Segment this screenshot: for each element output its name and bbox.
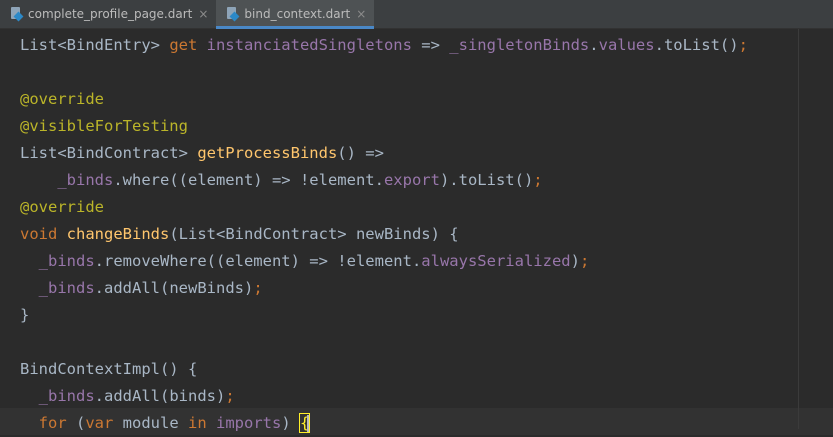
code-token: export <box>383 171 440 189</box>
code-token: List<BindEntry> <box>20 36 170 54</box>
code-line: } <box>20 302 29 329</box>
tab-label: complete_profile_page.dart <box>28 7 193 21</box>
code-token: @override <box>20 198 104 216</box>
code-line: List<BindEntry> get instanciatedSingleto… <box>20 32 748 59</box>
code-token: in <box>188 414 216 432</box>
code-token: } <box>20 306 30 324</box>
code-token: List<BindContract> <box>20 144 198 162</box>
code-line: for (var module in imports) { <box>20 410 311 437</box>
code-token: () => <box>337 144 384 162</box>
code-line: BindContextImpl() { <box>20 356 197 383</box>
code-token: imports <box>216 414 282 432</box>
code-token: .removeWhere((element) => !element. <box>94 252 422 270</box>
code-token: module <box>122 414 188 432</box>
dart-file-icon <box>10 7 22 21</box>
code-token: BindContextImpl() { <box>20 360 198 378</box>
code-token: ) <box>570 252 580 270</box>
close-icon[interactable]: × <box>356 7 366 21</box>
code-token: for <box>38 414 76 432</box>
code-token: .toList() <box>654 36 739 54</box>
code-token: get <box>169 36 207 54</box>
code-token: ; <box>579 252 590 270</box>
code-token: void <box>20 225 67 243</box>
code-line: _binds.addAll(binds); <box>20 383 235 410</box>
code-token: _binds <box>38 387 95 405</box>
code-line: _binds.removeWhere((element) => !element… <box>20 248 590 275</box>
code-token: _binds <box>38 252 95 270</box>
code-line: _binds.where((element) => !element.expor… <box>20 167 543 194</box>
code-token: changeBinds <box>66 225 170 243</box>
code-token: @override <box>20 90 104 108</box>
code-token: => <box>411 36 450 54</box>
code-line: @override <box>20 194 104 221</box>
code-token: ; <box>533 171 543 189</box>
code-token: .addAll(newBinds) <box>94 279 254 297</box>
code-token: ; <box>225 387 235 405</box>
dart-file-icon <box>226 7 238 21</box>
code-token: _binds <box>38 279 95 297</box>
code-token: ; <box>738 36 748 54</box>
code-line: void changeBinds(List<BindContract> newB… <box>20 221 459 248</box>
code-editor[interactable]: List<BindEntry> get instanciatedSingleto… <box>0 29 833 435</box>
code-token: instanciatedSingletons <box>206 36 412 54</box>
tab-label: bind_context.dart <box>244 7 351 21</box>
code-line: List<BindContract> getProcessBinds() => <box>20 140 384 167</box>
code-token: ; <box>253 279 263 297</box>
tab-bind-context[interactable]: bind_context.dart × <box>216 0 375 29</box>
close-icon[interactable]: × <box>198 7 208 21</box>
editor-tab-bar: complete_profile_page.dart × bind_contex… <box>0 0 833 29</box>
text-caret <box>307 414 310 433</box>
code-token: alwaysSerialized <box>421 252 571 270</box>
code-token: var <box>85 414 123 432</box>
code-line: _binds.addAll(newBinds); <box>20 275 263 302</box>
code-token: .where((element) => !element. <box>113 171 384 189</box>
code-token: ).toList() <box>439 171 534 189</box>
code-token: ( <box>76 414 86 432</box>
code-token: values <box>598 36 655 54</box>
code-token: _singletonBinds <box>449 36 590 54</box>
code-token: _binds <box>57 171 114 189</box>
code-token: . <box>589 36 599 54</box>
code-token: (List<BindContract> newBinds) { <box>169 225 459 243</box>
right-margin-guide <box>798 29 799 429</box>
code-token: .addAll(binds) <box>94 387 226 405</box>
code-line: @override <box>20 86 104 113</box>
code-token: @visibleForTesting <box>20 117 188 135</box>
code-token: getProcessBinds <box>197 144 338 162</box>
tab-complete-profile-page[interactable]: complete_profile_page.dart × <box>0 0 216 28</box>
code-token: ) <box>281 414 300 432</box>
code-line: @visibleForTesting <box>20 113 188 140</box>
